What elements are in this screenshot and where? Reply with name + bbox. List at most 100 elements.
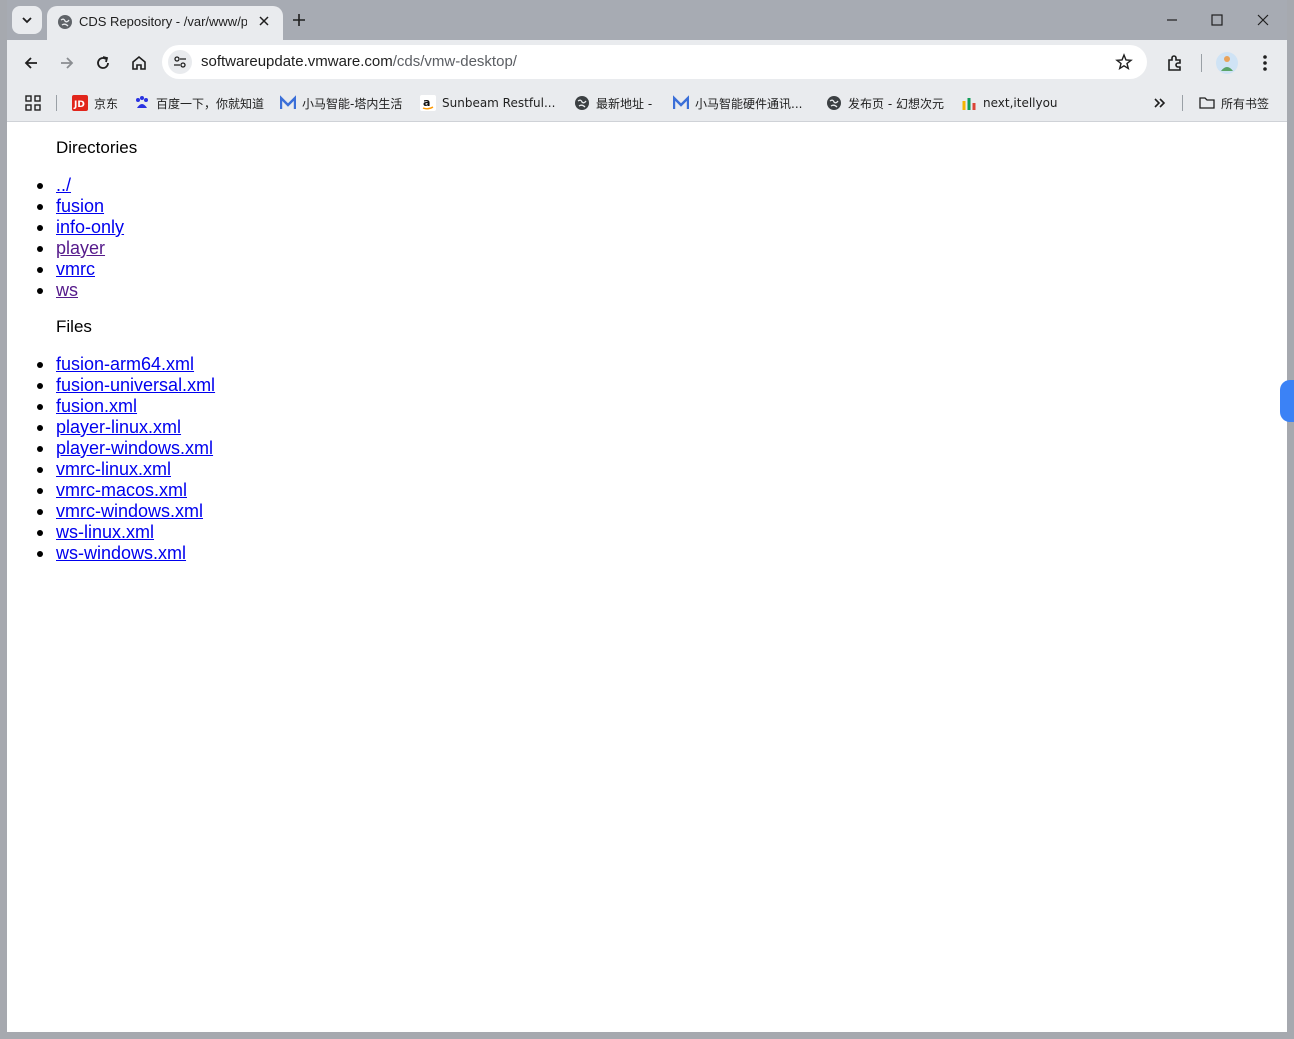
bookmark-star-icon[interactable] [1115, 53, 1133, 71]
tab-title: CDS Repository - /var/www/public/stage/s… [79, 14, 247, 29]
bookmarks-bar: JD 京东 百度一下，你就知道 小马智能-塔内生活 a Sunbeam Rest… [7, 86, 1287, 122]
file-link[interactable]: vmrc-macos.xml [56, 480, 187, 500]
directory-link[interactable]: vmrc [56, 259, 95, 279]
browser-window: CDS Repository - /var/www/public/stage/s… [7, 0, 1287, 1032]
bookmark-label: Sunbeam Restful... [442, 96, 556, 110]
address-bar[interactable]: softwareupdate.vmware.com/cds/vmw-deskto… [162, 45, 1147, 79]
forward-icon[interactable] [57, 53, 77, 73]
bookmark-item[interactable]: 小马智能-塔内生活 [280, 93, 402, 113]
active-tab[interactable]: CDS Repository - /var/www/public/stage/s… [47, 6, 283, 40]
list-item: vmrc [36, 259, 124, 280]
directory-link[interactable]: info-only [56, 217, 124, 237]
list-item: vmrc-linux.xml [36, 459, 215, 480]
bookmark-item[interactable]: JD 京东 [72, 93, 118, 113]
more-bookmarks-icon[interactable] [1152, 95, 1168, 111]
back-icon[interactable] [21, 53, 41, 73]
file-link[interactable]: vmrc-windows.xml [56, 501, 203, 521]
file-link[interactable]: player-windows.xml [56, 438, 213, 458]
bookmark-label: 京东 [94, 96, 119, 111]
directory-link[interactable]: fusion [56, 196, 104, 216]
url-host: softwareupdate.vmware.com [201, 53, 393, 70]
tab-search-button[interactable] [12, 6, 42, 34]
bookmark-label: 小马智能-塔内生活 [302, 96, 403, 111]
bookmark-item[interactable]: 最新地址 - [574, 93, 652, 113]
url-path: /cds/vmw-desktop/ [392, 53, 517, 70]
globe-icon [574, 95, 590, 111]
globe-icon [826, 95, 842, 111]
bookmark-item[interactable]: next,itellyou [961, 93, 1058, 113]
bookmark-item[interactable]: 小马智能硬件通讯... [673, 93, 802, 113]
list-item: player-windows.xml [36, 438, 215, 459]
list-item: fusion-arm64.xml [36, 354, 215, 375]
bookmark-label: 发布页 - 幻想次元 [848, 96, 944, 111]
globe-icon [58, 15, 72, 29]
list-item: player-linux.xml [36, 417, 215, 438]
bookmarks-divider [1182, 95, 1183, 111]
tune-icon [174, 56, 186, 68]
directory-link[interactable]: ../ [56, 175, 71, 195]
home-icon[interactable] [129, 53, 149, 73]
file-link[interactable]: ws-linux.xml [56, 522, 154, 542]
file-link[interactable]: vmrc-linux.xml [56, 459, 171, 479]
directory-link[interactable]: player [56, 238, 105, 258]
files-list: fusion-arm64.xml fusion-universal.xml fu… [36, 354, 215, 564]
list-item: player [36, 238, 124, 259]
files-heading: Files [56, 317, 92, 336]
list-item: ws-windows.xml [36, 543, 215, 564]
extensions-icon[interactable] [1165, 53, 1185, 73]
bookmark-item[interactable]: 发布页 - 幻想次元 [826, 93, 944, 113]
all-bookmarks-button[interactable]: 所有书签 [1199, 93, 1269, 113]
svg-text:a: a [423, 96, 430, 109]
file-link[interactable]: fusion.xml [56, 396, 137, 416]
bookmark-item[interactable]: a Sunbeam Restful... [420, 93, 555, 113]
directory-link[interactable]: ws [56, 280, 78, 300]
bookmark-label: 小马智能硬件通讯... [695, 96, 803, 111]
list-item: fusion [36, 196, 124, 217]
file-link[interactable]: fusion-universal.xml [56, 375, 215, 395]
bookmarks-divider [56, 95, 57, 111]
minimize-icon[interactable] [1164, 12, 1180, 28]
chevron-down-icon [22, 17, 32, 24]
file-link[interactable]: fusion-arm64.xml [56, 354, 194, 374]
bookmark-label: next,itellyou [983, 96, 1058, 110]
jd-icon: JD [72, 95, 88, 111]
list-item: fusion.xml [36, 396, 215, 417]
list-item: ws-linux.xml [36, 522, 215, 543]
file-link[interactable]: player-linux.xml [56, 417, 181, 437]
directories-heading: Directories [56, 138, 138, 157]
new-tab-icon[interactable] [289, 10, 309, 30]
all-bookmarks-label: 所有书签 [1221, 96, 1270, 111]
list-item: fusion-universal.xml [36, 375, 215, 396]
xiaoma-icon [280, 95, 296, 111]
profile-avatar-icon[interactable] [1215, 51, 1239, 75]
directories-list: ../ fusion info-only player vmrc ws [36, 175, 124, 301]
apps-grid-icon[interactable] [25, 95, 41, 111]
side-panel-tab[interactable] [1280, 380, 1294, 422]
svg-text:JD: JD [73, 100, 85, 110]
file-link[interactable]: ws-windows.xml [56, 543, 186, 563]
list-item: vmrc-windows.xml [36, 501, 215, 522]
list-item: vmrc-macos.xml [36, 480, 215, 501]
close-window-icon[interactable] [1255, 12, 1271, 28]
bookmark-label: 百度一下，你就知道 [156, 96, 265, 111]
baidu-icon [134, 95, 150, 111]
url-text: softwareupdate.vmware.com/cds/vmw-deskto… [201, 53, 517, 70]
toolbar-divider [1201, 54, 1202, 72]
close-tab-icon[interactable] [257, 14, 271, 28]
site-info-button[interactable] [168, 50, 192, 74]
list-item: info-only [36, 217, 124, 238]
maximize-icon[interactable] [1209, 12, 1225, 28]
list-item: ../ [36, 175, 124, 196]
reload-icon[interactable] [93, 53, 113, 73]
list-item: ws [36, 280, 124, 301]
more-menu-icon[interactable] [1255, 53, 1275, 73]
itellyou-icon [961, 95, 977, 111]
tab-strip: CDS Repository - /var/www/public/stage/s… [7, 0, 1287, 40]
page-content: Directories ../ fusion info-only player … [7, 122, 1287, 1032]
xiaoma-icon [673, 95, 689, 111]
folder-icon [1199, 95, 1215, 111]
amazon-icon: a [420, 95, 436, 111]
bookmark-item[interactable]: 百度一下，你就知道 [134, 93, 264, 113]
bookmark-label: 最新地址 - [596, 96, 653, 111]
browser-toolbar: softwareupdate.vmware.com/cds/vmw-deskto… [7, 40, 1287, 86]
